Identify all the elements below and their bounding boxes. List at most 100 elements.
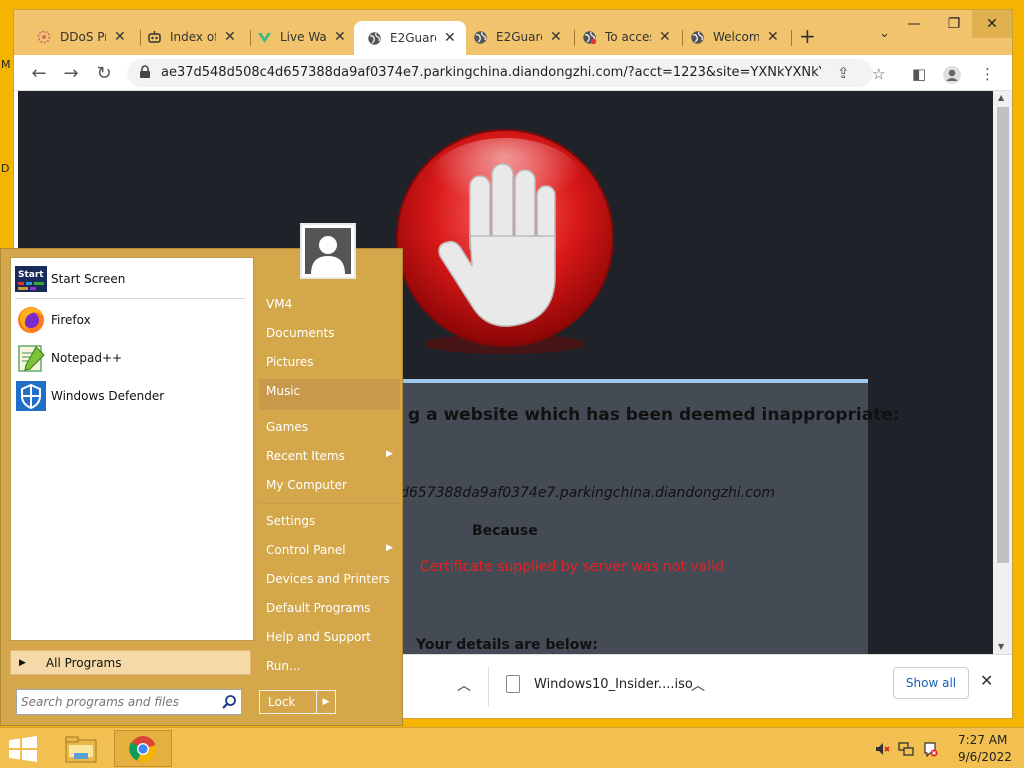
- submenu-arrow-icon: ▶: [386, 449, 393, 459]
- ddos-favicon-icon: [36, 29, 52, 45]
- minimize-button[interactable]: —: [894, 10, 934, 38]
- menu-item-music[interactable]: Music: [266, 384, 396, 398]
- notepad-icon: [15, 342, 47, 374]
- globe-icon: [689, 29, 705, 45]
- tab-title: Welcom: [713, 30, 759, 44]
- close-window-button[interactable]: ✕: [972, 10, 1012, 38]
- tab-divider: [140, 30, 141, 46]
- tab-live[interactable]: Live Wal ✕: [256, 22, 356, 52]
- all-programs-button[interactable]: ▶ All Programs: [10, 650, 251, 675]
- share-icon[interactable]: ⇪: [837, 64, 850, 82]
- close-icon[interactable]: ✕: [659, 29, 671, 45]
- start-screen-badge: Start: [18, 270, 44, 280]
- scroll-thumb[interactable]: [997, 107, 1009, 563]
- menu-item-control-panel[interactable]: Control Panel ▶: [266, 543, 396, 557]
- close-icon[interactable]: ✕: [224, 29, 236, 45]
- recent-items-label: Recent Items: [266, 449, 345, 463]
- start-screen-icon: Start: [15, 263, 47, 295]
- all-programs-label: All Programs: [45, 655, 122, 670]
- globe-icon: [581, 29, 597, 45]
- action-center-alert-icon[interactable]: [922, 741, 938, 757]
- globe-icon: [366, 30, 382, 46]
- tab-to-access[interactable]: To acces ✕: [581, 22, 681, 52]
- close-icon[interactable]: ✕: [444, 30, 456, 46]
- tab-search-chevron-icon[interactable]: ⌄: [879, 26, 890, 41]
- forward-arrow-icon[interactable]: →: [60, 62, 82, 84]
- tab-divider: [791, 30, 792, 46]
- bookmark-star-icon[interactable]: ☆: [872, 65, 885, 83]
- index-favicon-icon: [146, 29, 162, 45]
- menu-item-documents[interactable]: Documents: [266, 326, 396, 340]
- menu-divider: [259, 409, 399, 410]
- user-avatar[interactable]: [300, 223, 356, 279]
- windows-start-icon[interactable]: [8, 736, 38, 762]
- chevron-up-icon[interactable]: ︿: [457, 675, 471, 695]
- menu-item-recent[interactable]: Recent Items ▶: [266, 449, 396, 463]
- address-bar[interactable]: ae37d548d508c4d657388da9af0374e7.parking…: [127, 59, 873, 87]
- search-icon[interactable]: [221, 694, 237, 710]
- tab-index[interactable]: Index of ✕: [146, 22, 246, 52]
- program-label: Firefox: [51, 313, 91, 327]
- scroll-down-arrow-icon[interactable]: ▼: [998, 642, 1004, 651]
- tab-e2guardian[interactable]: E2Guard ✕: [472, 22, 572, 52]
- tab-welcome[interactable]: Welcom ✕: [689, 22, 789, 52]
- network-icon[interactable]: [898, 741, 914, 757]
- because-label: Because: [472, 523, 538, 539]
- chrome-taskbar-icon[interactable]: [114, 730, 172, 767]
- page-scrollbar[interactable]: ▲ ▼: [993, 91, 1012, 654]
- url-text[interactable]: ae37d548d508c4d657388da9af0374e7.parking…: [161, 65, 821, 80]
- menu-divider: [259, 503, 399, 504]
- program-firefox[interactable]: Firefox: [15, 303, 249, 337]
- close-icon[interactable]: ✕: [767, 29, 779, 45]
- menu-item-help[interactable]: Help and Support: [266, 630, 396, 644]
- volume-muted-icon[interactable]: [874, 741, 890, 757]
- lock-icon[interactable]: [139, 65, 151, 79]
- profile-icon[interactable]: [942, 65, 962, 89]
- file-explorer-icon[interactable]: [58, 730, 104, 767]
- menu-item-user[interactable]: VM4: [266, 297, 396, 311]
- menu-kebab-icon[interactable]: ⋮: [980, 65, 995, 83]
- menu-item-run[interactable]: Run...: [266, 659, 396, 673]
- program-notepad[interactable]: Notepad++: [15, 341, 249, 375]
- triangle-right-icon: ▶: [19, 657, 26, 668]
- close-icon[interactable]: ✕: [114, 29, 126, 45]
- program-windows-defender[interactable]: Windows Defender: [15, 379, 249, 413]
- tab-strip: DDoS Pr ✕ Index of ✕ Live Wal ✕ E2Guard: [14, 10, 1012, 55]
- download-file-name[interactable]: Windows10_Insider....iso: [534, 677, 693, 692]
- menu-item-devices[interactable]: Devices and Printers: [266, 572, 396, 586]
- menu-item-pictures[interactable]: Pictures: [266, 355, 396, 369]
- desktop-edge-text: M: [1, 58, 11, 71]
- reload-icon[interactable]: ↻: [93, 62, 115, 84]
- menu-item-games[interactable]: Games: [266, 420, 396, 434]
- lock-button[interactable]: Lock: [259, 690, 317, 714]
- desktop-edge-text: D: [1, 162, 10, 175]
- tab-divider: [574, 30, 575, 46]
- new-tab-button[interactable]: +: [799, 24, 816, 48]
- file-icon: [506, 675, 520, 693]
- show-all-button[interactable]: Show all: [893, 667, 969, 699]
- tab-e2guardian-active[interactable]: E2Guard ✕: [354, 21, 466, 55]
- maximize-button[interactable]: ❐: [934, 10, 974, 38]
- tab-title: E2Guard: [496, 30, 542, 44]
- lock-options-arrow-icon[interactable]: ▶: [316, 690, 336, 714]
- back-arrow-icon[interactable]: ←: [28, 62, 50, 84]
- close-icon[interactable]: ✕: [550, 29, 562, 45]
- program-label: Start Screen: [51, 272, 126, 286]
- program-start-screen[interactable]: Start Start Screen: [15, 262, 249, 296]
- clock-date[interactable]: 9/6/2022: [958, 750, 1012, 764]
- start-search-box[interactable]: [16, 689, 242, 715]
- side-panel-icon[interactable]: ◧: [912, 65, 926, 83]
- clock-time[interactable]: 7:27 AM: [958, 733, 1007, 747]
- start-search-input[interactable]: [21, 693, 211, 711]
- chevron-up-icon[interactable]: ︿: [691, 675, 705, 695]
- scroll-up-arrow-icon[interactable]: ▲: [998, 93, 1004, 102]
- control-panel-label: Control Panel: [266, 543, 346, 557]
- menu-item-settings[interactable]: Settings: [266, 514, 396, 528]
- menu-item-computer[interactable]: My Computer: [266, 478, 396, 492]
- close-icon[interactable]: ✕: [334, 29, 346, 45]
- close-icon[interactable]: ✕: [980, 671, 993, 690]
- tab-ddos[interactable]: DDoS Pr ✕: [36, 22, 136, 52]
- browser-toolbar: ← → ↻ ae37d548d508c4d657388da9af0374e7.p…: [14, 55, 1012, 91]
- menu-item-default-programs[interactable]: Default Programs: [266, 601, 396, 615]
- blocked-url: d657388da9af0374e7.parkingchina.diandong…: [400, 485, 776, 501]
